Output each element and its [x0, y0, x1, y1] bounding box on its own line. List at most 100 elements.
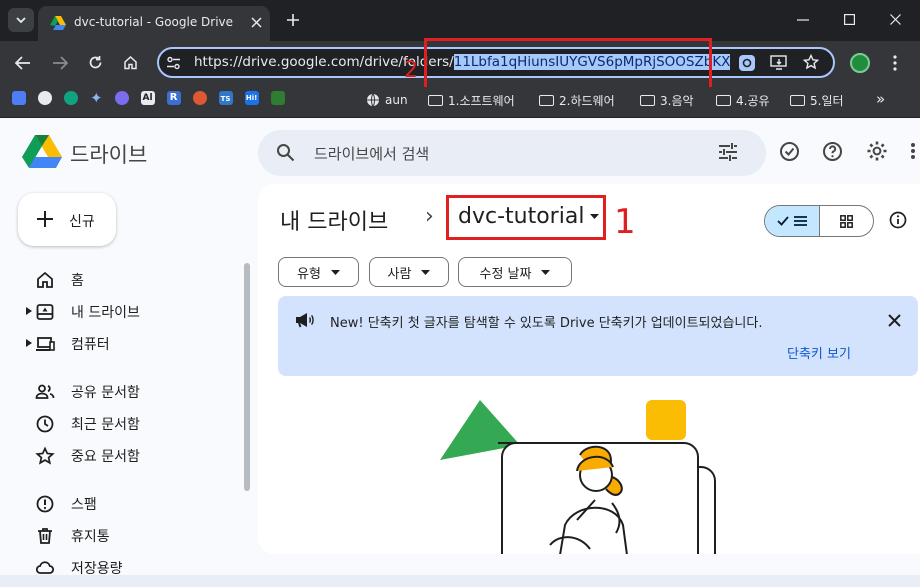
- banner-shortcuts-link[interactable]: 단축키 보기: [787, 343, 851, 362]
- drive-logo-icon[interactable]: [22, 135, 62, 168]
- breadcrumb-my-drive[interactable]: 내 드라이브: [280, 204, 388, 236]
- spam-alert-icon: [36, 495, 54, 513]
- bookmark-folder-work[interactable]: 5.일터: [790, 89, 844, 111]
- site-info-tune-icon[interactable]: [166, 56, 181, 70]
- list-view-button[interactable]: [765, 206, 820, 236]
- clock-icon: [36, 415, 54, 433]
- people-icon: [35, 384, 55, 399]
- more-vert-icon[interactable]: [893, 55, 897, 71]
- nav-item-starred[interactable]: 중요 문서함: [35, 446, 140, 466]
- nav-label: 홈: [71, 273, 84, 289]
- dropdown-caret-icon: [541, 269, 551, 275]
- expand-arrow-icon[interactable]: [26, 307, 32, 315]
- bookmark-folder-share[interactable]: 4.공유: [716, 89, 770, 111]
- nav-label: 내 드라이브: [71, 305, 140, 321]
- duckduckgo-icon[interactable]: [192, 91, 207, 105]
- search-icon[interactable]: [276, 143, 295, 162]
- close-icon[interactable]: [888, 314, 901, 327]
- breadcrumb-separator: ›: [425, 204, 434, 229]
- folder-icon: [716, 94, 731, 106]
- settings-gear-icon[interactable]: [866, 140, 888, 162]
- nav-item-spam[interactable]: 스팸: [35, 494, 97, 514]
- globe-icon: [367, 93, 379, 107]
- list-view-icon: [793, 216, 807, 226]
- nav-item-recent[interactable]: 최근 문서함: [35, 414, 140, 434]
- folder-icon: [790, 94, 805, 106]
- my-drive-icon: [36, 304, 54, 320]
- nav-item-home[interactable]: 홈: [35, 270, 84, 290]
- grid-view-button[interactable]: [820, 206, 874, 236]
- filter-people-chip[interactable]: 사람: [369, 257, 449, 287]
- new-button[interactable]: 신규: [18, 193, 116, 246]
- folder-icon: [539, 94, 554, 106]
- nav-item-my-drive[interactable]: 내 드라이브: [35, 302, 140, 322]
- empty-folder-illustration: [440, 400, 716, 554]
- app-name[interactable]: 드라이브: [70, 139, 147, 169]
- bookmark-aun[interactable]: aun: [366, 89, 408, 111]
- window-maximize-icon[interactable]: [844, 14, 855, 25]
- nav-label: 휴지통: [71, 529, 110, 545]
- trash-icon: [38, 528, 52, 544]
- nav-item-trash[interactable]: 휴지통: [35, 526, 110, 546]
- window-close-icon[interactable]: [890, 14, 901, 25]
- chip-label: 사람: [387, 266, 412, 282]
- home-icon: [37, 271, 53, 288]
- window-minimize-icon[interactable]: [797, 19, 809, 21]
- github-icon[interactable]: [38, 91, 52, 105]
- tab-active[interactable]: dvc-tutorial - Google Drive: [38, 6, 270, 41]
- install-app-icon[interactable]: [770, 55, 788, 70]
- reload-icon[interactable]: [88, 55, 103, 70]
- nav-label: 스팸: [71, 497, 97, 513]
- bookmark-dollar-icon[interactable]: [270, 91, 285, 105]
- home-icon[interactable]: [123, 55, 138, 70]
- back-arrow-icon[interactable]: [15, 56, 31, 70]
- expand-arrow-icon[interactable]: [26, 339, 32, 347]
- bookmark-ts-icon[interactable]: TS: [218, 91, 233, 105]
- dropdown-caret-icon: [330, 269, 340, 275]
- bookmark-star-icon[interactable]: [803, 54, 819, 70]
- info-icon[interactable]: [889, 211, 907, 229]
- bookmark-chart-icon[interactable]: [12, 91, 26, 105]
- bookmark-label: 3.음악: [660, 93, 694, 108]
- annotation-marker-1: 1: [614, 202, 636, 242]
- url-prefix: https://drive.google.com/drive/fold: [194, 54, 429, 70]
- bookmark-hi-icon[interactable]: Hi!: [244, 91, 259, 105]
- filter-modified-chip[interactable]: 수정 날짜: [458, 257, 572, 287]
- nav-item-computers[interactable]: 컴퓨터: [35, 334, 110, 354]
- bookmark-al-icon[interactable]: Al: [140, 91, 155, 105]
- bookmark-folder-hardware[interactable]: 2.하드웨어: [539, 89, 615, 111]
- nav-item-shared[interactable]: 공유 문서함: [35, 382, 140, 402]
- new-tab-plus-icon[interactable]: [286, 13, 300, 27]
- help-icon[interactable]: [822, 141, 843, 162]
- tab-title: dvc-tutorial - Google Drive: [74, 15, 234, 29]
- google-lens-icon[interactable]: [738, 54, 756, 72]
- bookmark-circle-icon[interactable]: [114, 91, 129, 105]
- bookmark-label: 1.소프트웨어: [448, 93, 515, 108]
- profile-avatar[interactable]: [850, 53, 870, 73]
- forward-arrow-icon[interactable]: [52, 56, 68, 70]
- bookmark-label: 5.일터: [810, 93, 844, 108]
- view-toggle: [764, 205, 874, 237]
- filter-type-chip[interactable]: 유형: [278, 257, 359, 287]
- nav-label: 최근 문서함: [71, 417, 140, 433]
- tab-search-button[interactable]: [8, 8, 34, 32]
- window-bottom-edge: [0, 575, 920, 587]
- bookmark-icons-row: ✦ Al R TS Hi!: [12, 91, 285, 106]
- dropdown-caret-icon: [421, 269, 431, 275]
- search-input[interactable]: 드라이브에서 검색: [314, 143, 429, 164]
- ready-offline-icon[interactable]: [779, 141, 800, 162]
- chatgpt-icon[interactable]: [64, 91, 78, 105]
- computer-icon: [36, 337, 55, 351]
- bookmarks-overflow-button[interactable]: »: [876, 90, 885, 108]
- close-icon[interactable]: [251, 17, 262, 28]
- bookmark-label: aun: [385, 93, 408, 107]
- bookmark-folder-music[interactable]: 3.음악: [640, 89, 694, 111]
- bookmark-r-icon[interactable]: R: [166, 91, 181, 105]
- gemini-sparkle-icon[interactable]: ✦: [90, 91, 103, 106]
- apps-grid-icon[interactable]: [910, 142, 920, 160]
- megaphone-icon: [296, 313, 314, 328]
- search-options-tune-icon[interactable]: [718, 143, 738, 161]
- folder-icon: [640, 94, 655, 106]
- sidebar-scrollbar[interactable]: [244, 263, 250, 491]
- bookmark-folder-software[interactable]: 1.소프트웨어: [428, 89, 515, 111]
